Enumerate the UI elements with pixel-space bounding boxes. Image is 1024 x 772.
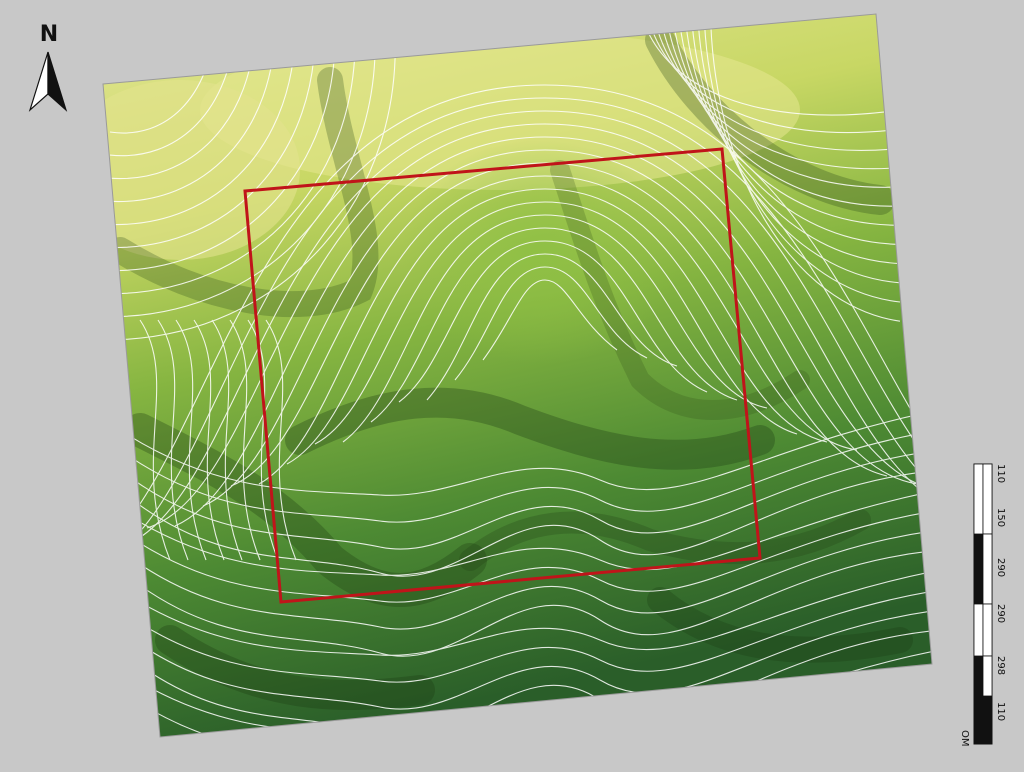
scale-label: 110 [995,464,1006,484]
map-view[interactable]: N 110 150 290 290 298 110 OM [0,0,1024,768]
scale-bar: 110 150 290 290 298 110 OM [959,462,1006,752]
north-arrow: N [22,22,74,118]
north-arrow-icon [28,51,68,112]
scale-unit: OM [959,730,970,747]
terrain-map[interactable] [0,0,1024,768]
scale-label: 298 [995,656,1006,676]
scale-label: 290 [995,558,1006,578]
scale-label: 110 [995,702,1006,722]
scale-label: 150 [995,508,1006,528]
scale-label: 290 [995,604,1006,624]
